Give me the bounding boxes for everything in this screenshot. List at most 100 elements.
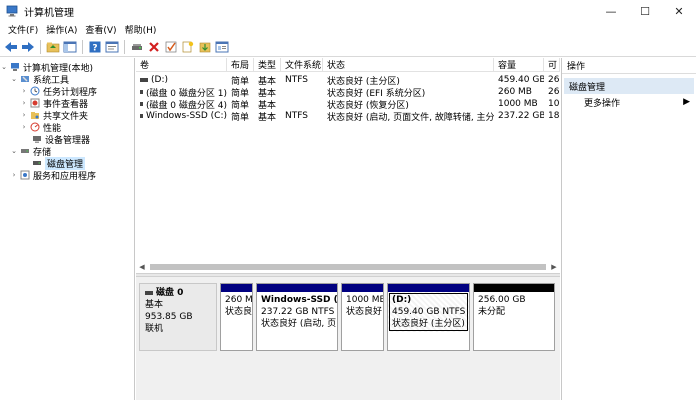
horizontal-scrollbar[interactable]: ◀ ▶ xyxy=(136,261,560,273)
cell-type: 基本 xyxy=(258,112,277,123)
check-icon[interactable] xyxy=(163,39,179,55)
volume-icon xyxy=(140,78,148,82)
menu-file[interactable]: 文件(F) xyxy=(4,23,42,36)
show-hide-tree-icon[interactable] xyxy=(62,39,78,55)
cell-volume: (磁盘 0 磁盘分区 1) xyxy=(145,88,227,99)
volume-icon xyxy=(140,114,144,118)
partition-size: 1000 MB xyxy=(346,295,383,305)
event-viewer-icon xyxy=(30,98,40,108)
scroll-right-icon[interactable]: ▶ xyxy=(548,263,560,271)
tree-item-device-manager[interactable]: 设备管理器 xyxy=(30,133,90,146)
cell-status: 状态良好 (EFI 系统分区) xyxy=(327,88,426,99)
column-header-filesystem[interactable]: 文件系统 xyxy=(281,58,323,72)
menu-action[interactable]: 操作(A) xyxy=(42,23,81,36)
tree-item-storage[interactable]: ⌄ 存储 xyxy=(10,145,51,158)
partition-windows-ssd[interactable]: Windows-SSD (C 237.22 GB NTFS 状态良好 (启动, … xyxy=(256,283,338,351)
tree-item-event-viewer[interactable]: › 事件查看器 xyxy=(20,97,88,110)
help-icon[interactable]: ? xyxy=(87,39,103,55)
disk-info[interactable]: 磁盘 0 基本 953.85 GB 联机 xyxy=(139,283,217,351)
export-icon[interactable] xyxy=(197,39,213,55)
chevron-down-icon[interactable]: ⌄ xyxy=(10,147,18,155)
cell-capacity: 237.22 GB xyxy=(498,111,544,121)
maximize-button[interactable]: ☐ xyxy=(628,0,662,22)
cell-free: 10 xyxy=(548,99,560,109)
partition-status: 状态良好 xyxy=(346,307,383,317)
more-actions-item[interactable]: 更多操作 ▶ xyxy=(562,94,696,110)
toolbar: ? xyxy=(0,37,696,57)
properties-icon[interactable] xyxy=(104,39,120,55)
delete-icon[interactable] xyxy=(146,39,162,55)
partition-bar xyxy=(388,284,469,292)
volume-icon xyxy=(140,102,143,106)
volume-list: 卷 布局 类型 文件系统 状态 容量 可 (D:) 简单 基本 NTFS 状态良… xyxy=(136,58,560,273)
tree-item-shared-folders[interactable]: › 共享文件夹 xyxy=(20,109,88,122)
actions-pane: 操作 磁盘管理 更多操作 ▶ xyxy=(561,58,696,400)
menu-view[interactable]: 查看(V) xyxy=(81,23,120,36)
tree-item-task-scheduler[interactable]: › 任务计划程序 xyxy=(20,85,97,98)
chevron-right-icon[interactable]: › xyxy=(20,123,28,131)
cell-volume: (磁盘 0 磁盘分区 4) xyxy=(145,100,227,111)
column-header-free[interactable]: 可 xyxy=(544,58,560,72)
table-row[interactable]: (磁盘 0 磁盘分区 1) xyxy=(136,86,227,98)
menu-help[interactable]: 帮助(H) xyxy=(121,23,161,36)
column-header-type[interactable]: 类型 xyxy=(254,58,281,72)
tree-label: 服务和应用程序 xyxy=(33,171,97,182)
chevron-right-icon[interactable]: › xyxy=(20,99,28,107)
cell-status: 状态良好 (主分区) xyxy=(327,76,400,87)
table-row[interactable]: (D:) xyxy=(136,74,227,86)
close-button[interactable]: ✕ xyxy=(662,0,696,22)
partition-recovery[interactable]: 1000 MB 状态良好 xyxy=(341,283,384,351)
cell-type: 基本 xyxy=(258,88,277,99)
column-header-status[interactable]: 状态 xyxy=(323,58,494,72)
cell-capacity: 459.40 GB xyxy=(498,75,544,85)
cell-free: 18 xyxy=(548,111,560,121)
chevron-right-icon[interactable]: › xyxy=(20,87,28,95)
partition-d[interactable]: (D:) 459.40 GB NTFS 状态良好 (主分区) xyxy=(387,283,470,351)
new-folder-icon[interactable] xyxy=(180,39,196,55)
chevron-down-icon[interactable]: ⌄ xyxy=(10,75,18,83)
clock-icon xyxy=(30,86,40,96)
tree-item-root[interactable]: ⌄ 计算机管理(本地) xyxy=(0,61,93,74)
tree-item-performance[interactable]: › 性能 xyxy=(20,121,61,134)
column-header-volume[interactable]: 卷 xyxy=(136,58,227,72)
cell-free: 26 xyxy=(548,75,560,85)
toolbar-separator xyxy=(82,39,83,54)
cell-free: 26 xyxy=(548,87,560,97)
cell-filesystem: NTFS xyxy=(285,111,308,121)
window-title: 计算机管理 xyxy=(24,7,74,19)
partition-bar xyxy=(474,284,554,292)
table-row[interactable]: (磁盘 0 磁盘分区 4) xyxy=(136,98,227,110)
tree-item-services[interactable]: › 服务和应用程序 xyxy=(10,169,97,182)
toolbar-separator xyxy=(124,39,125,54)
chevron-right-icon[interactable]: › xyxy=(20,111,28,119)
chevron-right-icon[interactable]: › xyxy=(10,171,18,179)
tree-item-system-tools[interactable]: ⌄ 系统工具 xyxy=(10,73,69,86)
back-icon[interactable] xyxy=(3,39,19,55)
column-header-capacity[interactable]: 容量 xyxy=(494,58,544,72)
partition-unallocated[interactable]: 256.00 GB 未分配 xyxy=(473,283,555,351)
partition-bar xyxy=(257,284,337,292)
partition-size: 256.00 GB xyxy=(478,295,526,305)
menu-bar: 文件(F) 操作(A) 查看(V) 帮助(H) xyxy=(0,22,696,37)
cell-volume: Windows-SSD (C:) xyxy=(146,111,227,121)
column-header-layout[interactable]: 布局 xyxy=(227,58,254,72)
partition-name: (D:) xyxy=(392,295,412,305)
partition-size: 237.22 GB NTFS xyxy=(261,307,335,317)
scroll-left-icon[interactable]: ◀ xyxy=(136,263,148,271)
forward-icon[interactable] xyxy=(20,39,36,55)
connect-drive-icon[interactable] xyxy=(129,39,145,55)
table-row[interactable]: Windows-SSD (C:) xyxy=(136,110,227,122)
tree-item-disk-management[interactable]: 磁盘管理 xyxy=(30,156,86,170)
console-view-icon[interactable] xyxy=(214,39,230,55)
cell-status: 状态良好 (启动, 页面文件, 故障转储, 主分区) xyxy=(327,112,494,123)
actions-section-disk-management[interactable]: 磁盘管理 xyxy=(564,78,694,94)
folder-up-icon[interactable] xyxy=(45,39,61,55)
cell-filesystem xyxy=(281,86,323,98)
scroll-thumb[interactable] xyxy=(150,264,546,270)
minimize-button[interactable]: — xyxy=(594,0,628,22)
disk-type: 基本 xyxy=(145,300,164,310)
partition-efi[interactable]: 260 M 状态良 xyxy=(220,283,253,351)
partition-status: 状态良好 (启动, 页 xyxy=(261,319,337,329)
chevron-down-icon[interactable]: ⌄ xyxy=(0,63,8,71)
cell-filesystem: NTFS xyxy=(285,75,308,85)
